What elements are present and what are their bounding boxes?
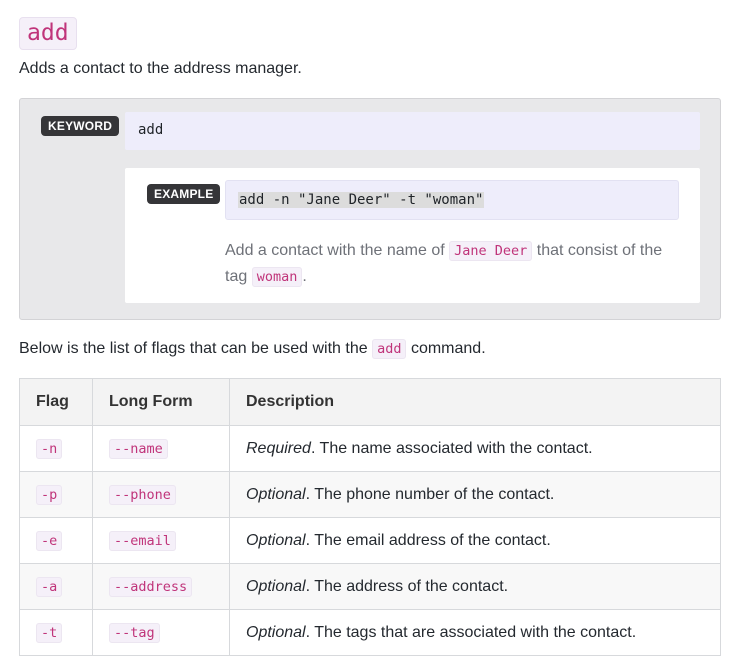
table-row: -a --address Optional. The address of th… <box>19 563 721 610</box>
qualifier: Optional <box>246 577 306 595</box>
command-callout: KEYWORD add EXAMPLE add -n "Jane Deer" -… <box>19 98 721 320</box>
description-text: . The tags that are associated with the … <box>305 623 637 641</box>
flags-table: Flag Long Form Description -n --name Req… <box>19 378 721 656</box>
table-row: -e --email Optional. The email address o… <box>19 517 721 564</box>
description-cell: Optional. The phone number of the contac… <box>229 471 721 518</box>
example-name-code: Jane Deer <box>449 241 533 261</box>
flag-cell: -a <box>19 563 93 610</box>
example-tag: EXAMPLE <box>147 184 221 204</box>
long-form-code: --phone <box>109 484 176 505</box>
flag-cell: -e <box>19 517 93 564</box>
long-form-cell: --email <box>92 517 230 564</box>
table-row: -t --tag Optional. The tags that are ass… <box>19 609 721 656</box>
qualifier: Optional <box>246 485 306 503</box>
flag-code: -t <box>36 622 63 643</box>
description-cell: Optional. The tags that are associated w… <box>229 609 721 656</box>
long-form-code: --name <box>109 438 168 459</box>
qualifier: Optional <box>246 623 306 641</box>
flags-sentence-code: add <box>372 339 407 359</box>
command-heading: add <box>19 17 77 50</box>
flag-code: -p <box>36 484 63 505</box>
flags-sentence: Below is the list of flags that can be u… <box>19 339 486 359</box>
table-header-row: Flag Long Form Description <box>19 378 721 426</box>
flag-code: -n <box>36 438 63 459</box>
long-form-code: --address <box>109 576 193 597</box>
qualifier: Optional <box>246 531 306 549</box>
description-cell: Optional. The email address of the conta… <box>229 517 721 564</box>
example-card: EXAMPLE add -n "Jane Deer" -t "woman" Ad… <box>125 168 700 303</box>
qualifier: Required <box>246 439 311 457</box>
description-cell: Optional. The address of the contact. <box>229 563 721 610</box>
long-form-cell: --name <box>92 425 230 472</box>
example-tag-code: woman <box>251 267 303 287</box>
keyword-tag: KEYWORD <box>41 116 120 136</box>
description-text: . The email address of the contact. <box>305 531 551 549</box>
header-flag: Flag <box>19 378 93 426</box>
flag-code: -e <box>36 530 63 551</box>
long-form-cell: --address <box>92 563 230 610</box>
long-form-code: --email <box>109 530 176 551</box>
command-intro: Adds a contact to the address manager. <box>19 60 302 77</box>
header-long-form: Long Form <box>92 378 230 426</box>
flag-cell: -p <box>19 471 93 518</box>
long-form-code: --tag <box>109 622 160 643</box>
table-row: -n --name Required. The name associated … <box>19 425 721 472</box>
example-description: Add a contact with the name of Jane Deer… <box>225 238 680 290</box>
flag-cell: -t <box>19 609 93 656</box>
long-form-cell: --tag <box>92 609 230 656</box>
table-row: -p --phone Optional. The phone number of… <box>19 471 721 518</box>
description-text: . The address of the contact. <box>305 577 509 595</box>
keyword-value: add <box>138 122 164 138</box>
keyword-box: add <box>125 112 700 150</box>
flag-cell: -n <box>19 425 93 472</box>
example-box: add -n "Jane Deer" -t "woman" <box>225 180 679 220</box>
long-form-cell: --phone <box>92 471 230 518</box>
flags-sentence-after: command. <box>410 340 486 357</box>
example-command[interactable]: add -n "Jane Deer" -t "woman" <box>238 192 485 208</box>
header-description: Description <box>229 378 721 426</box>
description-text: . The phone number of the contact. <box>305 485 555 503</box>
example-desc-end: . <box>302 268 307 285</box>
flag-code: -a <box>36 576 63 597</box>
example-desc-before: Add a contact with the name of <box>225 242 445 259</box>
flags-sentence-before: Below is the list of flags that can be u… <box>19 340 368 357</box>
description-text: . The name associated with the contact. <box>310 439 593 457</box>
description-cell: Required. The name associated with the c… <box>229 425 721 472</box>
